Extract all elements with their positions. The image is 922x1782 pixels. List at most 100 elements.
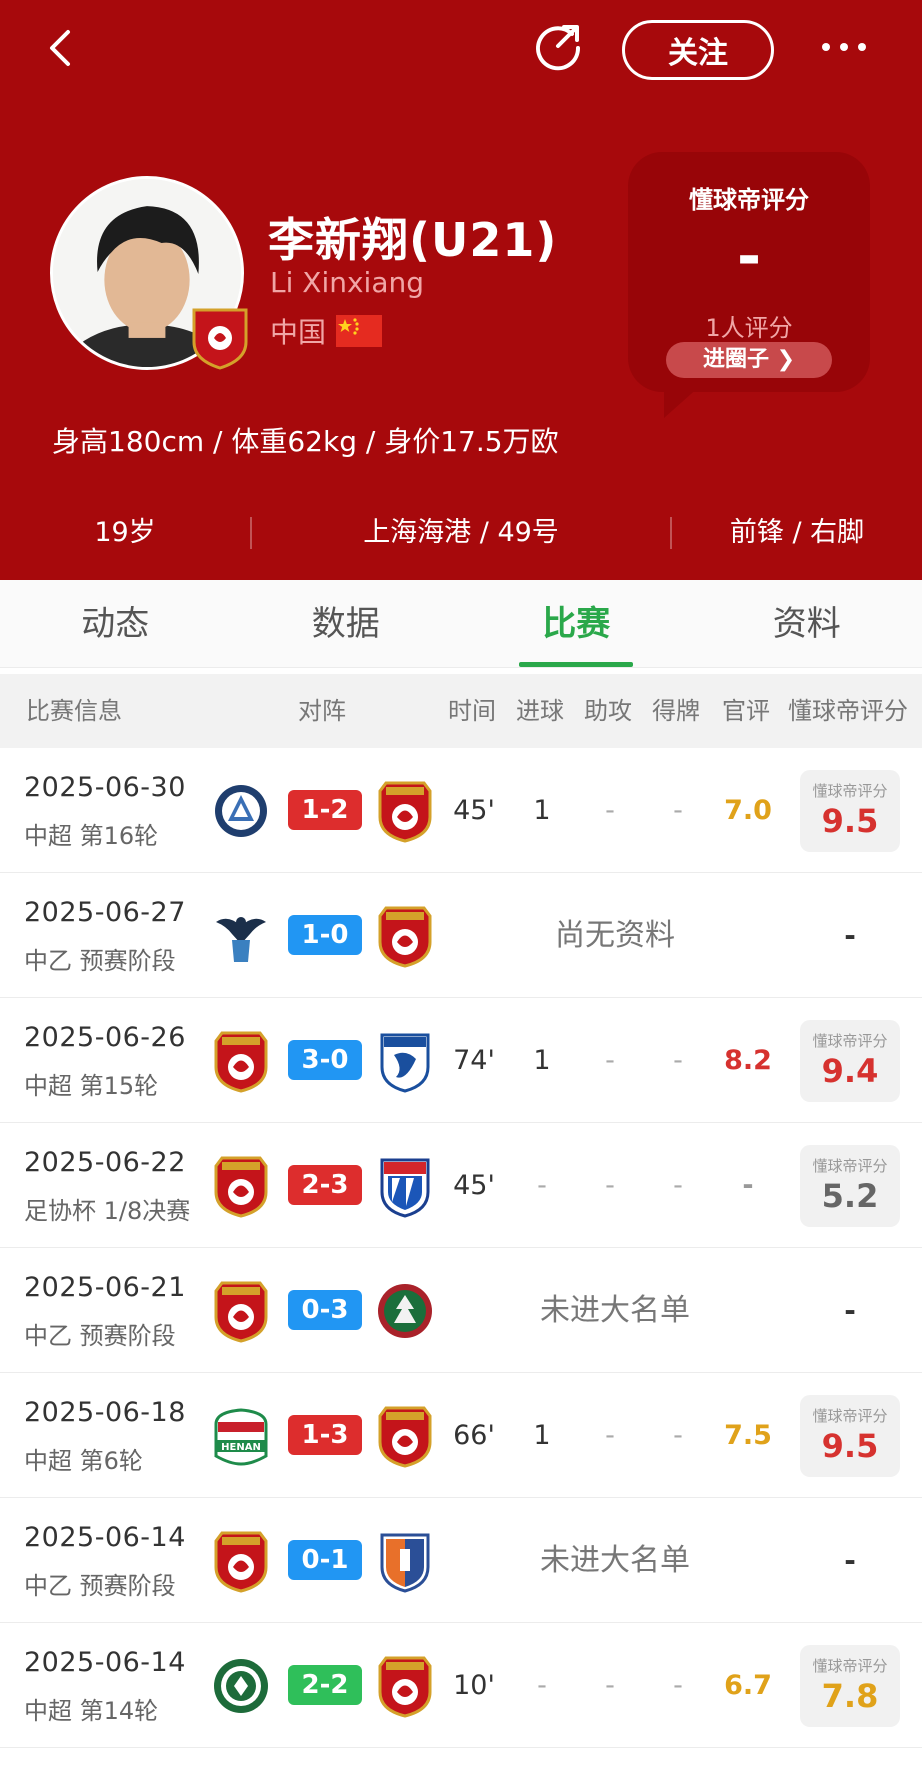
match-row[interactable]: 2025-06-30 中超 第16轮 1-2 45' 1 - - 7.0 懂球帝评分 9.5 — [0, 748, 922, 873]
player-header: 关注 李新翔(U21) Li Xinxiang 中国 身高180cm / 体重6… — [0, 0, 922, 580]
body-info: 身高180cm / 体重62kg / 身价17.5万欧 — [52, 425, 559, 458]
dqd-rating-label: 懂球帝评分 — [812, 782, 888, 800]
follow-button[interactable]: 关注 — [622, 20, 774, 80]
assists: - — [605, 1670, 615, 1701]
assists: - — [605, 1420, 615, 1451]
home-team-logo-zhejiang — [212, 1654, 270, 1718]
home-team-logo-henan: HENAN — [212, 1404, 270, 1468]
match-score: 3-0 — [288, 1040, 362, 1080]
header-match-info: 比赛信息 — [26, 697, 122, 725]
away-team-logo-haigang — [376, 1654, 434, 1718]
rating-card-title: 懂球帝评分 — [689, 186, 809, 214]
match-score: 0-3 — [288, 1290, 362, 1330]
dqd-rating-label: 懂球帝评分 — [812, 1657, 888, 1675]
dqd-rating-label: 懂球帝评分 — [812, 1407, 888, 1425]
join-circle-button[interactable]: 进圈子 ❯ — [666, 342, 832, 378]
join-circle-label: 进圈子 — [702, 347, 769, 372]
header-matchup: 对阵 — [298, 697, 346, 725]
dqd-rating-card[interactable]: 懂球帝评分 - 1人评分 进圈子 ❯ — [628, 152, 870, 418]
home-team-logo-haigang — [212, 1029, 270, 1093]
tab-matches[interactable]: 比赛 — [461, 580, 692, 667]
assists: - — [605, 1045, 615, 1076]
match-row[interactable]: 2025-06-14 中超 第14轮 2-2 10' - - - 6.7 懂球帝评分 7.8 — [0, 1623, 922, 1748]
official-rating: 6.7 — [724, 1670, 772, 1701]
more-options-button[interactable] — [818, 30, 870, 64]
tab-bar: 动态 数据 比赛 资料 — [0, 580, 922, 668]
match-date: 2025-06-14 — [24, 1522, 186, 1553]
header-assists: 助攻 — [584, 697, 632, 725]
rating-card-value: - — [736, 222, 762, 290]
goals: 1 — [533, 1045, 551, 1076]
official-rating: 7.0 — [724, 795, 772, 826]
header-dqd-rating: 懂球帝评分 — [788, 697, 908, 725]
goals: - — [537, 1670, 547, 1701]
svg-text:HENAN: HENAN — [221, 1442, 261, 1453]
player-age: 19岁 — [94, 517, 156, 548]
speech-bubble-tail — [664, 386, 700, 418]
match-date: 2025-06-30 — [24, 772, 186, 803]
minutes-played: 66' — [453, 1420, 495, 1451]
minutes-played: 45' — [453, 795, 495, 826]
away-team-logo-greenpalm — [376, 1279, 434, 1343]
china-flag-icon — [336, 315, 383, 347]
cards: - — [673, 1420, 683, 1451]
away-team-logo-haigang — [376, 1404, 434, 1468]
match-row[interactable]: 2025-06-22 足协杯 1/8决赛 2-3 45' - - - - 懂球帝评分 5.2 — [0, 1123, 922, 1248]
assists: - — [605, 795, 615, 826]
away-team-logo-haigang — [376, 904, 434, 968]
match-competition: 中超 第15轮 — [24, 1072, 159, 1100]
cards: - — [673, 1670, 683, 1701]
dqd-rating-empty: - — [844, 919, 856, 952]
away-team-logo-shenhua — [376, 1154, 434, 1218]
player-profile-page: 关注 李新翔(U21) Li Xinxiang 中国 身高180cm / 体重6… — [0, 0, 922, 1782]
dqd-rating-label: 懂球帝评分 — [812, 1157, 888, 1175]
match-row[interactable]: 2025-06-21 中乙 预赛阶段 0-3 未进大名单 - — [0, 1248, 922, 1373]
dqd-rating-box: 懂球帝评分 9.5 — [800, 1395, 900, 1477]
player-name-english: Li Xinxiang — [270, 266, 425, 299]
dqd-rating-label: 懂球帝评分 — [812, 1032, 888, 1050]
home-team-logo-nantong — [212, 779, 270, 843]
match-row[interactable]: 2025-06-26 中超 第15轮 3-0 74' 1 - - 8.2 懂球帝评分 9.4 — [0, 998, 922, 1123]
tab-profile[interactable]: 资料 — [692, 580, 922, 667]
match-score: 1-3 — [288, 1415, 362, 1455]
dqd-rating-value: 9.4 — [821, 1052, 879, 1090]
home-team-logo-haigang — [212, 1154, 270, 1218]
dqd-rating-box: 懂球帝评分 9.5 — [800, 770, 900, 852]
header-goals: 进球 — [516, 697, 564, 725]
match-competition: 中超 第14轮 — [24, 1697, 159, 1725]
minutes-played: 45' — [453, 1170, 495, 1201]
tab-feed[interactable]: 动态 — [0, 580, 231, 667]
back-button[interactable] — [40, 26, 84, 70]
minutes-played: 74' — [453, 1045, 495, 1076]
table-header: 比赛信息 对阵 时间 进球 助攻 得牌 官评 懂球帝评分 — [0, 674, 922, 748]
nationality: 中国 — [270, 311, 383, 351]
minutes-played: 10' — [453, 1670, 495, 1701]
cards: - — [673, 1170, 683, 1201]
dqd-rating-box: 懂球帝评分 7.8 — [800, 1645, 900, 1727]
match-row[interactable]: 2025-06-18 中超 第6轮 HENAN 1-3 66' 1 - - 7.5 懂球帝评分 9.… — [0, 1373, 922, 1498]
away-team-logo-haigang — [376, 779, 434, 843]
dqd-rating-value: 7.8 — [821, 1677, 879, 1715]
more-dots-icon — [822, 43, 866, 51]
official-rating: 8.2 — [724, 1045, 772, 1076]
away-team-logo-orangeblue — [376, 1529, 434, 1593]
match-date: 2025-06-21 — [24, 1272, 186, 1303]
match-score: 1-0 — [288, 915, 362, 955]
goals: - — [537, 1170, 547, 1201]
tab-stats[interactable]: 数据 — [231, 580, 462, 667]
share-icon — [536, 25, 581, 71]
match-date: 2025-06-18 — [24, 1397, 186, 1428]
match-row[interactable]: 2025-06-14 中乙 预赛阶段 0-1 未进大名单 - — [0, 1498, 922, 1623]
home-team-logo-haigang — [212, 1529, 270, 1593]
goals: 1 — [533, 795, 551, 826]
match-competition: 中乙 预赛阶段 — [24, 947, 176, 975]
match-date: 2025-06-22 — [24, 1147, 186, 1178]
share-button[interactable] — [532, 20, 584, 72]
match-row[interactable]: 2025-06-27 中乙 预赛阶段 1-0 尚无资料 - — [0, 873, 922, 998]
dqd-rating-empty: - — [844, 1294, 856, 1327]
chevron-left-icon — [50, 30, 70, 66]
match-date: 2025-06-26 — [24, 1022, 186, 1053]
match-notice: 尚无资料 — [555, 918, 675, 953]
nationality-label: 中国 — [270, 316, 327, 349]
match-date: 2025-06-27 — [24, 897, 186, 928]
